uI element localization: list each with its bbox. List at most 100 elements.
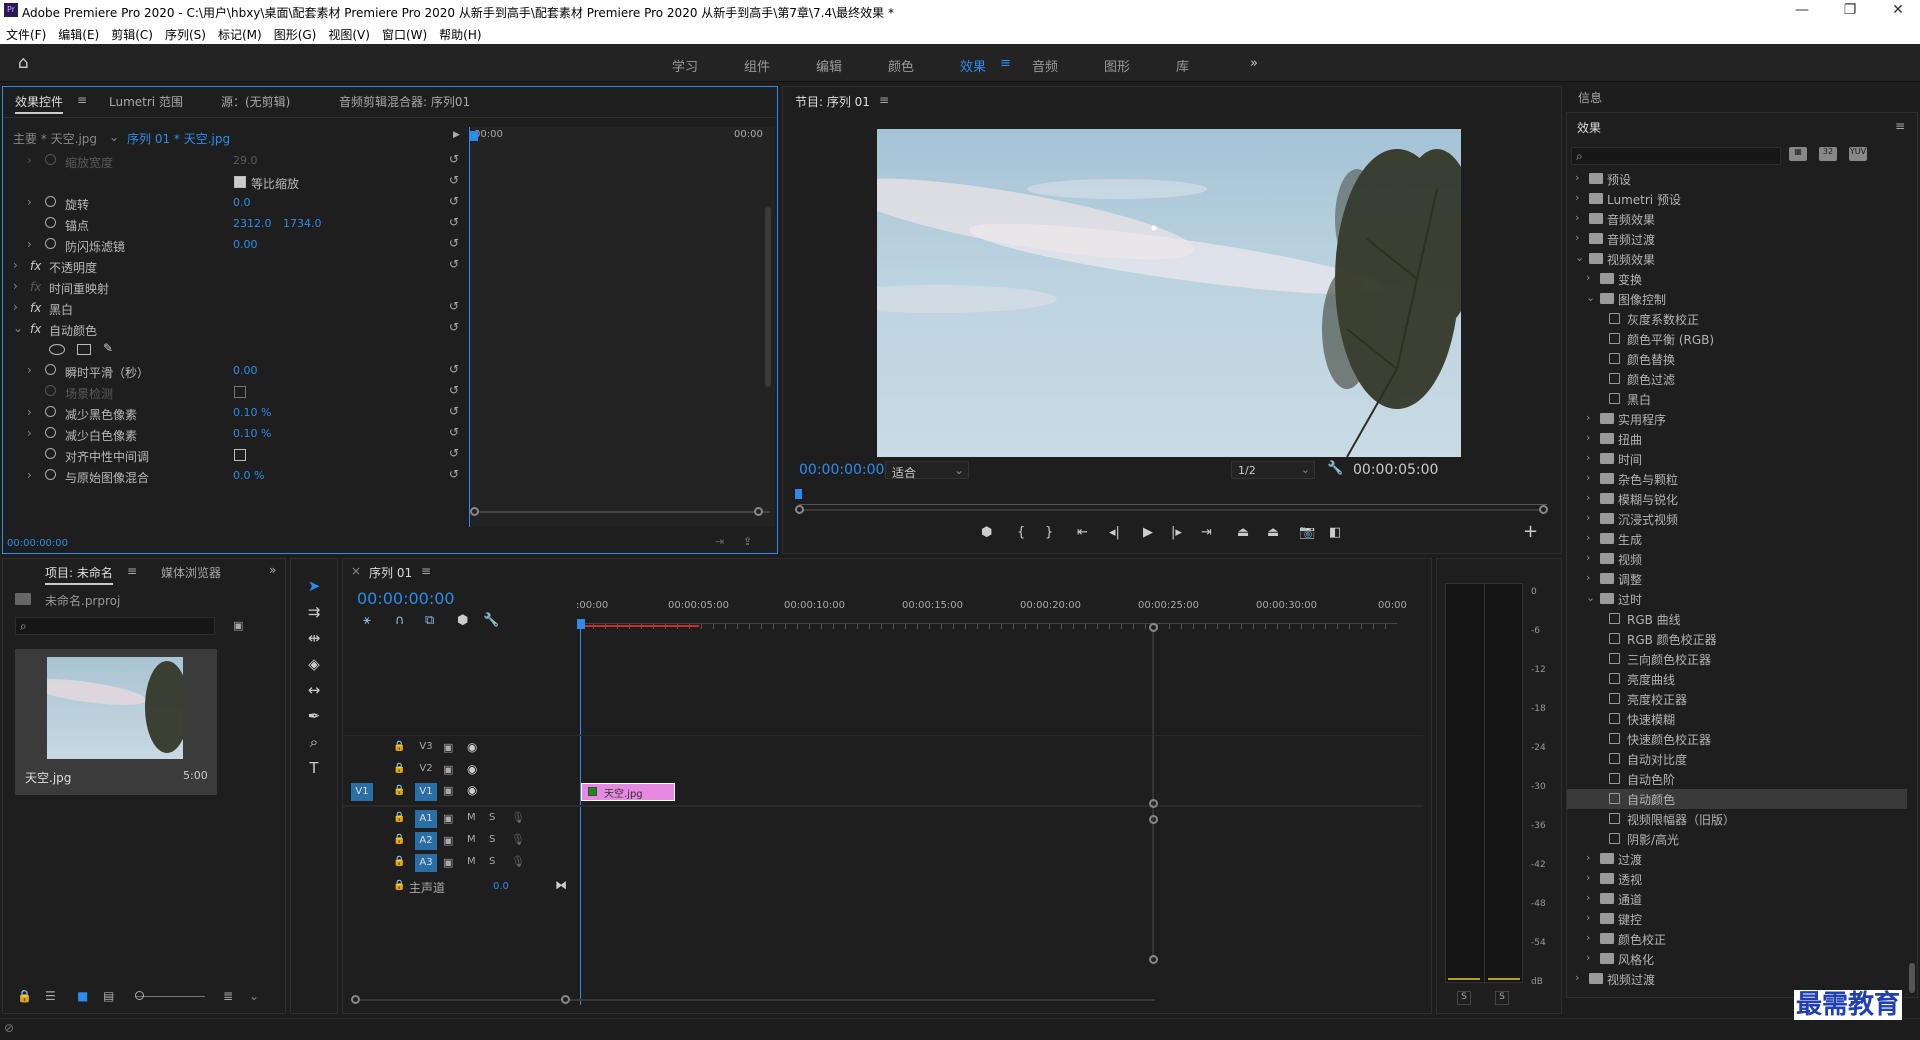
chevron-right-icon[interactable]: › — [1575, 191, 1579, 204]
chevron-right-icon[interactable]: › — [1586, 531, 1590, 544]
lock-icon[interactable]: 🔒 — [393, 856, 405, 867]
reset-icon[interactable]: ↺ — [449, 299, 459, 313]
step-back-icon[interactable]: ◂| — [1109, 525, 1120, 540]
effects-tree-item[interactable]: 阴影/高光 — [1567, 829, 1907, 849]
master-volume-value[interactable]: 0.0 — [493, 881, 509, 892]
mic-icon[interactable]: 🎙 — [511, 811, 525, 824]
stopwatch-icon[interactable] — [45, 448, 56, 459]
sync-lock-icon[interactable]: ▣ — [443, 834, 453, 847]
program-zoom-right[interactable] — [1539, 505, 1548, 514]
effect-black-white[interactable]: › fx 黑白 ↺ — [3, 298, 469, 318]
stopwatch-icon[interactable] — [45, 406, 56, 417]
menu-help[interactable]: 帮助(H) — [433, 22, 487, 43]
menu-clip[interactable]: 剪辑(C) — [105, 22, 159, 43]
menu-marker[interactable]: 标记(M) — [212, 22, 268, 43]
program-video-frame[interactable] — [877, 129, 1461, 457]
menu-sequence[interactable]: 序列(S) — [159, 22, 212, 43]
workspace-color[interactable]: 颜色 — [888, 56, 914, 75]
project-menu-icon[interactable]: ≡ — [127, 564, 137, 578]
solo-right-button[interactable]: S — [1495, 991, 1509, 1005]
mic-icon[interactable]: 🎙 — [511, 855, 525, 868]
project-search-input[interactable]: ⌕ — [15, 617, 215, 635]
fx-icon[interactable]: fx — [30, 301, 41, 315]
mark-in-icon[interactable]: { — [1017, 525, 1025, 540]
go-to-end-icon[interactable]: ⧓ — [555, 878, 567, 892]
menu-edit[interactable]: 编辑(E) — [52, 22, 105, 43]
chevron-right-icon[interactable]: › — [1575, 211, 1579, 224]
lift-icon[interactable]: ⏏ — [1237, 525, 1249, 540]
solo-button[interactable]: S — [489, 834, 495, 845]
info-title[interactable]: 信息 — [1578, 89, 1602, 106]
add-marker-icon[interactable]: ⬢ — [457, 613, 468, 628]
sync-lock-icon[interactable]: ▣ — [443, 812, 453, 825]
chevron-right-icon[interactable]: › — [1586, 571, 1590, 584]
effects-tree-item[interactable]: › 视频过渡 — [1567, 969, 1907, 989]
export-frame-icon[interactable]: 📷 — [1299, 525, 1315, 540]
sync-lock-icon[interactable]: ▣ — [443, 763, 453, 776]
menu-file[interactable]: 文件(F) — [0, 22, 52, 43]
project-clip-thumbnail[interactable]: 天空.jpg 5:00 — [15, 649, 217, 795]
source-patch-v1[interactable]: V1 — [351, 783, 373, 801]
chevron-right-icon[interactable]: › — [1586, 551, 1590, 564]
eye-icon[interactable]: ◉ — [467, 740, 477, 754]
tab-audio-clip-mixer[interactable]: 音频剪辑混合器: 序列01 — [339, 93, 470, 110]
effect-time-remap[interactable]: › fx 时间重映射 — [3, 277, 469, 297]
effects-tree-item[interactable]: 亮度校正器 — [1567, 689, 1907, 709]
effects-tree-item[interactable]: ⌄ 图像控制 — [1567, 289, 1907, 309]
solo-button[interactable]: S — [489, 812, 495, 823]
effects-tree-item[interactable]: 快速颜色校正器 — [1567, 729, 1907, 749]
selection-tool-icon[interactable]: ➤ — [305, 577, 323, 595]
reset-icon[interactable]: ↺ — [449, 383, 459, 397]
chevron-right-icon[interactable]: › — [1586, 411, 1590, 424]
scene-detect-checkbox[interactable] — [234, 386, 246, 398]
menu-graphics[interactable]: 图形(G) — [268, 22, 323, 43]
nest-icon[interactable]: ⚹ — [363, 613, 371, 628]
dropdown-arrow-icon[interactable]: ⌄ — [109, 130, 119, 144]
lock-icon[interactable]: 🔒 — [393, 763, 405, 774]
track-select-tool-icon[interactable]: ⇉ — [305, 603, 323, 621]
sync-lock-icon[interactable]: ▣ — [443, 741, 453, 754]
workspace-assembly[interactable]: 组件 — [744, 56, 770, 75]
white-clip-value[interactable]: 0.10 % — [233, 427, 271, 440]
v-zoom-handle-bottom[interactable] — [1149, 955, 1158, 964]
hand-tool-icon[interactable]: ⌕ — [305, 733, 323, 751]
type-tool-icon[interactable]: T — [305, 759, 323, 777]
go-to-out-icon[interactable]: ⇥ — [1201, 525, 1212, 540]
maximize-button[interactable]: ❐ — [1830, 2, 1870, 20]
icon-view-icon[interactable]: ■ — [77, 989, 88, 1003]
chevron-right-icon[interactable]: › — [1575, 971, 1579, 984]
timeline-clip[interactable]: 天空.jpg — [581, 783, 675, 801]
rectangle-mask-icon[interactable] — [77, 344, 91, 355]
reset-icon[interactable]: ↺ — [449, 446, 459, 460]
effects-tree-item[interactable]: RGB 颜色校正器 — [1567, 629, 1907, 649]
effects-tree-item[interactable]: 自动对比度 — [1567, 749, 1907, 769]
play-only-audio-icon[interactable]: ▶ — [453, 130, 460, 140]
blend-original-value[interactable]: 0.0 % — [233, 469, 264, 482]
chevron-right-icon[interactable]: › — [1586, 431, 1590, 444]
workspace-effects[interactable]: 效果 — [960, 56, 986, 75]
ellipse-mask-icon[interactable] — [49, 344, 65, 355]
comparison-view-icon[interactable]: ◧ — [1329, 525, 1341, 540]
v-zoom-handle-mid2[interactable] — [1149, 815, 1158, 824]
effects-tree-item[interactable]: 三向颜色校正器 — [1567, 649, 1907, 669]
slip-tool-icon[interactable]: ↔ — [305, 681, 323, 699]
list-view-icon[interactable]: ☰ — [45, 989, 56, 1003]
work-area-bar[interactable] — [581, 625, 699, 627]
track-label-a1[interactable]: A1 — [415, 810, 437, 828]
chevron-right-icon[interactable]: › — [1586, 931, 1590, 944]
button-editor-plus-icon[interactable]: + — [1523, 521, 1538, 542]
chevron-down-icon[interactable]: ⌄ — [1586, 291, 1595, 304]
chevron-right-icon[interactable]: › — [1586, 471, 1590, 484]
ec-scrollbar[interactable] — [765, 207, 771, 387]
timeline-h-scrollbar[interactable] — [355, 999, 1155, 1001]
filter-icon[interactable]: ⇪ — [743, 535, 752, 548]
effects-tree-item[interactable]: 自动色阶 — [1567, 769, 1907, 789]
mark-out-icon[interactable]: } — [1045, 525, 1053, 540]
effects-tree-item[interactable]: ⌄ 视频效果 — [1567, 249, 1907, 269]
chevron-right-icon[interactable]: › — [1586, 451, 1590, 464]
effects-tree-item[interactable]: › 音频过渡 — [1567, 229, 1907, 249]
new-bin-icon[interactable]: ▣ — [233, 619, 243, 632]
tab-lumetri-scopes[interactable]: Lumetri 范围 — [109, 93, 183, 110]
effects-tree-item[interactable]: › 过渡 — [1567, 849, 1907, 869]
fx-icon[interactable]: fx — [30, 322, 41, 336]
